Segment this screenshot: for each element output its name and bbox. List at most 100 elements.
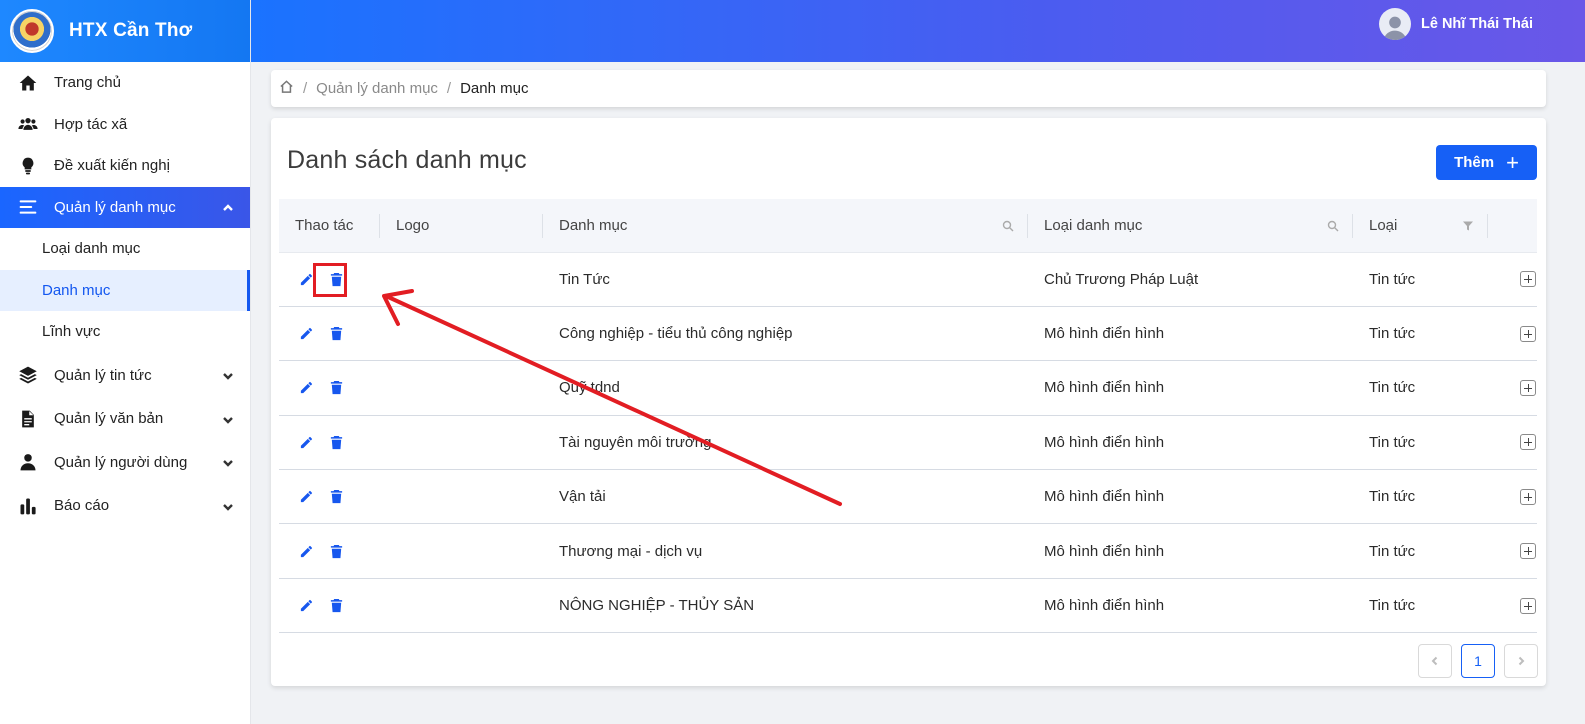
cooperative-logo bbox=[10, 9, 54, 53]
trash-icon[interactable] bbox=[325, 323, 347, 345]
sidebar-subitem-categories[interactable]: Danh mục bbox=[0, 269, 250, 311]
chevron-down-icon bbox=[222, 413, 234, 425]
prev-page-button[interactable] bbox=[1418, 644, 1452, 678]
table-header-row: Thao tác Logo Danh mục Loại danh mục Loạ… bbox=[279, 199, 1537, 253]
edit-icon[interactable] bbox=[295, 595, 317, 617]
next-page-button[interactable] bbox=[1504, 644, 1538, 678]
trash-icon[interactable] bbox=[325, 540, 347, 562]
user-name: Lê Nhĩ Thái Thái bbox=[1421, 16, 1533, 32]
sidebar-item-reports[interactable]: Báo cáo bbox=[0, 485, 250, 527]
sidebar-item-news-management[interactable]: Quản lý tin tức bbox=[0, 355, 250, 397]
category-cell: Thương mại - dịch vụ bbox=[559, 542, 703, 560]
edit-icon[interactable] bbox=[295, 486, 317, 508]
trash-icon[interactable] bbox=[325, 431, 347, 453]
expand-row-icon[interactable] bbox=[1520, 271, 1536, 288]
user-avatar-icon bbox=[1383, 16, 1407, 40]
category-type-cell: Mô hình điển hình bbox=[1044, 542, 1165, 560]
sidebar-item-label: Trang chủ bbox=[54, 74, 121, 92]
trash-icon[interactable] bbox=[325, 595, 347, 617]
edit-icon[interactable] bbox=[295, 540, 317, 562]
sidebar-subitem-category-types[interactable]: Loại danh mục bbox=[0, 228, 250, 270]
sidebar-subitem-fields[interactable]: Lĩnh vực bbox=[0, 311, 250, 353]
breadcrumb-separator: / bbox=[303, 80, 308, 97]
expand-row-icon[interactable] bbox=[1520, 488, 1536, 505]
expand-row-icon[interactable] bbox=[1520, 434, 1536, 451]
category-type-cell: Chủ Trương Pháp Luật bbox=[1044, 270, 1199, 288]
expand-row-icon[interactable] bbox=[1520, 379, 1536, 396]
user-menu[interactable]: Lê Nhĩ Thái Thái bbox=[1379, 8, 1533, 40]
page-button-current[interactable]: 1 bbox=[1461, 644, 1495, 678]
category-type-cell: Mô hình điển hình bbox=[1044, 379, 1165, 397]
pagination: 1 bbox=[1418, 644, 1538, 678]
lightbulb-icon bbox=[17, 155, 39, 177]
chevron-down-icon bbox=[222, 369, 234, 381]
sidebar-item-cooperatives[interactable]: Hợp tác xã bbox=[0, 104, 250, 146]
sidebar-subitem-label: Lĩnh vực bbox=[42, 323, 101, 341]
sidebar-item-label: Đề xuất kiến nghị bbox=[54, 157, 170, 175]
sidebar-subitem-label: Loại danh mục bbox=[42, 240, 141, 258]
column-header-expand bbox=[1488, 199, 1537, 253]
sidebar-item-home[interactable]: Trang chủ bbox=[0, 62, 250, 104]
search-icon[interactable] bbox=[1327, 219, 1339, 232]
logo-cell bbox=[380, 524, 543, 578]
logo-cell bbox=[380, 470, 543, 524]
category-cell: Quỹ tdnd bbox=[559, 379, 620, 397]
chevron-up-icon bbox=[222, 201, 234, 213]
search-icon[interactable] bbox=[1002, 219, 1014, 232]
table-row: Tài nguyên môi trường Mô hình điển hình … bbox=[279, 415, 1537, 470]
table-row: Quỹ tdnd Mô hình điển hình Tin tức bbox=[279, 361, 1537, 416]
trash-icon[interactable] bbox=[325, 486, 347, 508]
category-type-cell: Mô hình điển hình bbox=[1044, 325, 1165, 343]
category-type-cell: Mô hình điển hình bbox=[1044, 597, 1165, 615]
chevron-down-icon bbox=[222, 500, 234, 512]
logo-cell bbox=[380, 252, 543, 306]
menu-icon bbox=[17, 196, 39, 218]
breadcrumb-separator: / bbox=[446, 80, 452, 97]
breadcrumb: / Quản lý danh mục / Danh mục bbox=[271, 70, 1546, 107]
column-header-actions: Thao tác bbox=[279, 199, 380, 253]
breadcrumb-current: Danh mục bbox=[460, 80, 529, 97]
user-icon bbox=[17, 451, 39, 473]
topbar: Lê Nhĩ Thái Thái bbox=[251, 0, 1585, 62]
add-button-label: Thêm bbox=[1454, 154, 1495, 171]
chevron-right-icon bbox=[1518, 656, 1525, 666]
category-cell: Tài nguyên môi trường bbox=[559, 433, 712, 451]
category-type-cell: Mô hình điển hình bbox=[1044, 488, 1165, 506]
type-cell: Tin tức bbox=[1369, 597, 1416, 615]
sidebar-item-user-management[interactable]: Quản lý người dùng bbox=[0, 442, 250, 484]
edit-icon[interactable] bbox=[295, 323, 317, 345]
brand-header[interactable]: HTX Cần Thơ bbox=[0, 0, 250, 62]
sidebar-item-documents-management[interactable]: Quản lý văn bản bbox=[0, 398, 250, 440]
add-button[interactable]: Thêm + bbox=[1436, 145, 1537, 180]
filter-icon[interactable] bbox=[1462, 219, 1474, 231]
category-list-card: Danh sách danh mục Thêm + Thao tác Logo … bbox=[271, 118, 1546, 686]
expand-row-icon[interactable] bbox=[1520, 325, 1536, 342]
logo-cell bbox=[380, 306, 543, 360]
logo-cell bbox=[380, 578, 543, 632]
logo-cell bbox=[380, 415, 543, 469]
layers-icon bbox=[17, 364, 39, 386]
type-cell: Tin tức bbox=[1369, 325, 1416, 343]
sidebar-subitem-label: Danh mục bbox=[42, 281, 111, 299]
type-cell: Tin tức bbox=[1369, 379, 1416, 397]
column-header-category-type: Loại danh mục bbox=[1028, 199, 1353, 253]
expand-row-icon[interactable] bbox=[1520, 597, 1536, 614]
edit-icon[interactable] bbox=[295, 431, 317, 453]
avatar bbox=[1379, 8, 1412, 40]
expand-row-icon[interactable] bbox=[1520, 543, 1536, 560]
type-cell: Tin tức bbox=[1369, 270, 1416, 288]
breadcrumb-parent[interactable]: Quản lý danh mục bbox=[316, 80, 438, 97]
sidebar-item-proposals[interactable]: Đề xuất kiến nghị bbox=[0, 145, 250, 187]
trash-icon[interactable] bbox=[325, 377, 347, 399]
table-row: Vận tải Mô hình điển hình Tin tức bbox=[279, 470, 1537, 524]
category-cell: Vận tải bbox=[559, 488, 606, 506]
home-icon bbox=[17, 72, 39, 94]
table-row: Tin Tức Chủ Trương Pháp Luật Tin tức bbox=[279, 252, 1537, 307]
category-table: Thao tác Logo Danh mục Loại danh mục Loạ… bbox=[279, 199, 1537, 633]
sidebar-item-category-management[interactable]: Quản lý danh mục bbox=[0, 186, 250, 228]
edit-icon[interactable] bbox=[295, 377, 317, 399]
category-cell: Tin Tức bbox=[559, 270, 610, 288]
home-icon[interactable] bbox=[279, 79, 294, 98]
sidebar-item-label: Quản lý người dùng bbox=[54, 453, 188, 471]
column-header-logo: Logo bbox=[380, 199, 543, 253]
